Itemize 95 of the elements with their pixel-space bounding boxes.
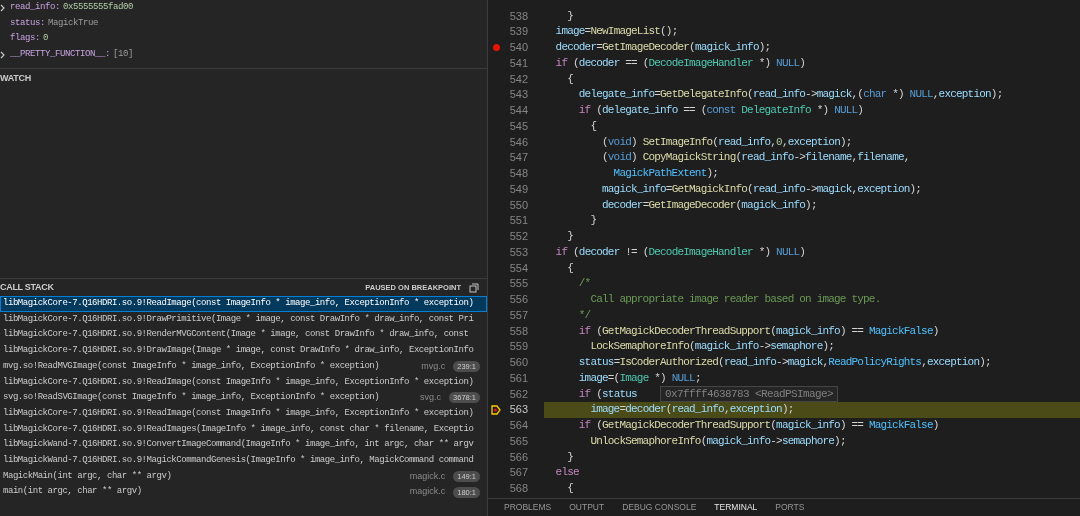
line-number: 563 <box>508 402 528 418</box>
code-line: LockSemaphoreInfo(magick_info->semaphore); <box>589 339 835 355</box>
line-number: 538 <box>508 8 528 24</box>
file-name: magick.c <box>409 469 446 483</box>
code-line: } <box>589 213 597 229</box>
panel-tab[interactable]: DEBUG CONSOLE <box>622 499 697 516</box>
line-number: 560 <box>508 355 528 371</box>
line-number: 541 <box>508 55 528 71</box>
line-number: 566 <box>508 449 528 465</box>
code-line: decoder=GetImageDecoder(magick_info); <box>554 40 771 56</box>
code-line: decoder=GetImageDecoder(magick_info); <box>601 197 817 213</box>
code-line: { <box>566 260 573 276</box>
line-number: 540 <box>508 40 528 56</box>
code-line: { <box>566 71 573 87</box>
panel-tab[interactable]: PORTS <box>775 499 805 516</box>
line-number: 555 <box>508 276 528 292</box>
breakpoint-icon[interactable] <box>492 43 500 51</box>
line-number: 553 <box>508 244 528 260</box>
file-name: mvg.c <box>421 359 446 373</box>
code-line: image=NewImageList(); <box>554 24 678 40</box>
panel-tab[interactable]: PROBLEMS <box>504 499 552 516</box>
stack-frame[interactable]: libMagickCore-7.Q16HDRI.so.9!DrawImage(Image * image, const DrawInfo * draw_info, ExceptionInfo <box>0 343 487 359</box>
line-number: 558 <box>508 323 528 339</box>
code-line: } <box>566 229 573 245</box>
code-line: (void) CopyMagickString(read_info->filename,filename, <box>601 150 910 166</box>
code-line: else <box>554 465 579 481</box>
stack-frame[interactable]: libMagickCore-7.Q16HDRI.so.9!ReadImage(const ImageInfo * image_info, ExceptionInfo * exception) <box>0 374 487 391</box>
line-number: 562 <box>508 386 528 402</box>
line-number: 544 <box>508 103 528 119</box>
code-line: */ <box>577 307 591 323</box>
line-number: 547 <box>508 150 528 166</box>
panel-tab[interactable]: OUTPUT <box>569 499 605 516</box>
line-number: 539 <box>508 24 528 40</box>
code-line: MagickPathExtent); <box>612 166 719 182</box>
code-line: } <box>566 449 573 465</box>
line-number: 543 <box>508 87 528 103</box>
line-number: 564 <box>508 418 528 434</box>
line-number: 557 <box>508 307 528 323</box>
line-number: 546 <box>508 134 528 150</box>
code-line: Call appropriate image reader based on image type. <box>589 292 881 308</box>
line-number: 548 <box>508 166 528 182</box>
stack-frame[interactable]: libMagickCore-7.Q16HDRI.so.9!ReadImage(const ImageInfo * image_info, ExceptionInfo * exception) <box>0 296 487 312</box>
code-line: { <box>589 118 597 134</box>
variable-value: 0x5555555fad00 <box>63 1 134 15</box>
line-number: 550 <box>508 197 528 213</box>
code-line: /* <box>577 276 591 292</box>
chevron-right-icon[interactable] <box>0 50 6 59</box>
stack-frame[interactable]: libMagickCore-7.Q16HDRI.so.9!ReadImages(ImageInfo * image_info, const char * filename, Exceptio <box>0 421 487 438</box>
variable-value: 0 <box>43 32 49 46</box>
section-header[interactable]: CALL STACK <box>0 280 358 295</box>
variable-value: [10] <box>113 48 134 62</box>
code-line: magick_info=GetMagickInfo(read_info->magick,exception); <box>601 181 922 197</box>
code-line: { <box>566 481 573 497</box>
stack-frame[interactable]: libMagickWand-7.Q16HDRI.so.9!ConvertImageCommand(ImageInfo * image_info, int argc, char ** argv <box>0 437 487 453</box>
code-line: } <box>566 8 573 24</box>
stack-frame[interactable]: libMagickCore-7.Q16HDRI.so.9!RenderMVGContent(Image * image, const DrawInfo * draw_info, const <box>0 327 487 344</box>
line-number: 565 <box>508 433 528 449</box>
code-line: status=IsCoderAuthorized(read_info->magick,ReadPolicyRights,exception); <box>577 355 991 371</box>
code-line: if (GetMagickDecoderThreadSupport(magick_info) == MagickFalse) <box>577 323 939 339</box>
line-number: 549 <box>508 181 528 197</box>
code-line: if (delegate_info == (const DelegateInfo *) NULL) <box>577 103 864 119</box>
section-header[interactable]: WATCH <box>0 71 31 86</box>
chevron-right-icon[interactable] <box>0 3 6 12</box>
stack-frame[interactable]: libMagickCore-7.Q16HDRI.so.9!ReadImage(const ImageInfo * image_info, ExceptionInfo * exception) <box>0 405 487 422</box>
code-line: (void) SetImageInfo(read_info,0,exception); <box>601 134 852 150</box>
file-name: magick.c <box>409 485 446 499</box>
line-number: 559 <box>508 339 528 355</box>
variable-name: status: <box>10 16 45 30</box>
variable-name: flags: <box>10 32 40 46</box>
line-number: 568 <box>508 481 528 497</box>
stack-frame[interactable]: libMagickWand-7.Q16HDRI.so.9!MagickCommandGenesis(ImageInfo * image_info, MagickCommand command <box>0 452 487 469</box>
variable-name: read_info: <box>10 1 60 15</box>
code-line: image=decoder(read_info,exception); <box>589 402 794 418</box>
code-line: if (status <box>577 386 637 402</box>
line-number: 552 <box>508 229 528 245</box>
collapse-all-icon[interactable] <box>469 282 479 293</box>
code-line: if (decoder == (DecodeImageHandler *) NULL) <box>554 55 806 71</box>
variable-value: MagickTrue <box>48 16 99 30</box>
line-number: 561 <box>508 370 528 386</box>
file-name: svg.c <box>420 391 442 405</box>
line-number: 556 <box>508 292 528 308</box>
code-line: UnlockSemaphoreInfo(magick_info->semaphore); <box>589 433 846 449</box>
line-number: 567 <box>508 465 528 481</box>
variable-name: __PRETTY_FUNCTION__: <box>10 48 111 62</box>
line-number: 542 <box>508 71 528 87</box>
code-line: image=(Image *) NULL; <box>577 370 701 386</box>
stack-frame[interactable]: libMagickCore-7.Q16HDRI.so.9!DrawPrimitive(Image * image, const DrawInfo * draw_info, const Pri <box>0 311 487 328</box>
code-line: if (GetMagickDecoderThreadSupport(magick_info) == MagickFalse) <box>577 418 939 434</box>
line-number: 551 <box>508 213 528 229</box>
line-number: 545 <box>508 118 528 134</box>
line-number: 554 <box>508 260 528 276</box>
code-line: if (decoder != (DecodeImageHandler *) NULL) <box>554 244 806 260</box>
code-line: delegate_info=GetDelegateInfo(read_info->magick,(char *) NULL,exception); <box>577 87 1003 103</box>
hover-tooltip: 0x7ffff4638783 <ReadPSImage> <box>660 386 839 402</box>
panel-tab[interactable]: TERMINAL <box>714 499 758 516</box>
